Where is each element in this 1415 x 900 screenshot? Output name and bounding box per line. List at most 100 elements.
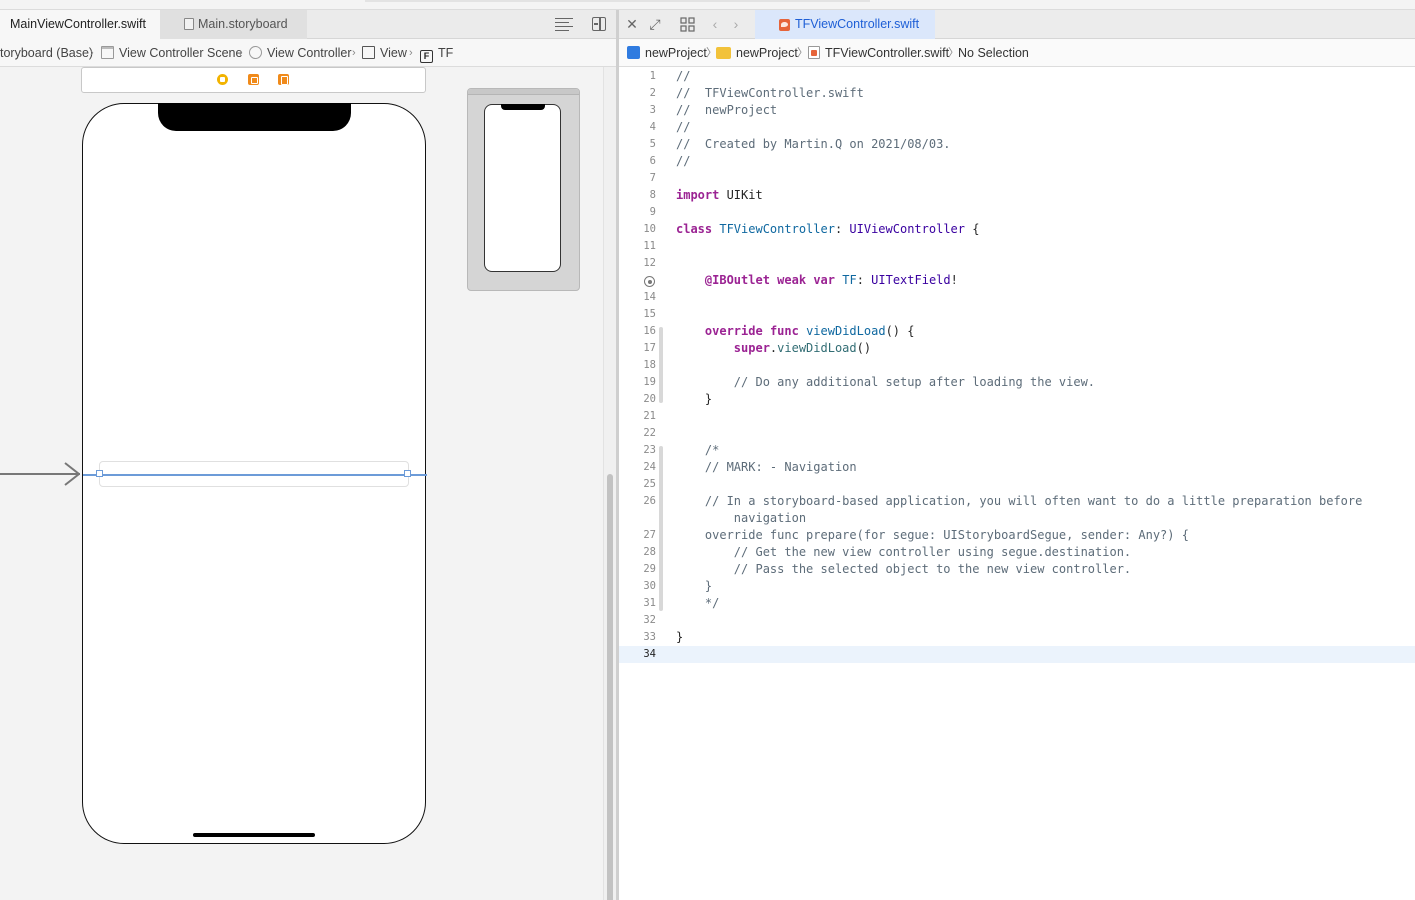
code-line[interactable]: 19 // Do any additional setup after load… xyxy=(619,374,1415,391)
code-line[interactable]: 11 xyxy=(619,238,1415,255)
code-line[interactable]: 10 class TFViewController: UIViewControll… xyxy=(619,221,1415,238)
iphone-canvas-frame[interactable] xyxy=(82,103,427,844)
code-line[interactable]: 5 // Created by Martin.Q on 2021/08/03. xyxy=(619,136,1415,153)
code-line[interactable]: 29 // Pass the selected object to the ne… xyxy=(619,561,1415,578)
code-line[interactable]: 21 xyxy=(619,408,1415,425)
line-number: 27 xyxy=(643,529,656,541)
code-line[interactable]: 2 // TFViewController.swift xyxy=(619,85,1415,102)
canvas-vertical-scrollbar[interactable] xyxy=(603,67,616,900)
storyboard-canvas[interactable] xyxy=(0,67,616,900)
code-text: // Do any additional setup after loading… xyxy=(676,374,1095,391)
code-line[interactable]: 27 override func prepare(for segue: UISt… xyxy=(619,527,1415,544)
code-line[interactable]: 9 xyxy=(619,204,1415,221)
code-token: UIKit xyxy=(719,188,763,202)
breadcrumb-no-selection[interactable]: No Selection xyxy=(958,39,1029,67)
code-line[interactable]: navigation xyxy=(619,510,1415,527)
tab-main-storyboard[interactable]: Main.storyboard xyxy=(160,10,307,39)
line-number: 11 xyxy=(643,240,656,252)
code-token: // Get the new view controller using seg… xyxy=(676,545,1132,559)
code-line[interactable]: 34 xyxy=(619,646,1415,663)
related-items-grid-icon[interactable] xyxy=(680,17,695,32)
code-line[interactable]: 6 // xyxy=(619,153,1415,170)
outlet-connection-icon[interactable] xyxy=(644,276,655,287)
breadcrumb-label: View xyxy=(380,46,407,60)
code-line[interactable]: 33} xyxy=(619,629,1415,646)
code-line[interactable]: 20 } xyxy=(619,391,1415,408)
code-token: viewDidLoad xyxy=(806,324,886,338)
line-number: 12 xyxy=(643,257,656,269)
code-token: ! xyxy=(950,273,958,287)
tab-main-view-controller[interactable]: MainViewController.swift xyxy=(0,10,160,39)
breadcrumb-file[interactable]: TFViewController.swift xyxy=(808,39,949,67)
code-text: // xyxy=(676,68,690,85)
code-token: TFViewController xyxy=(719,222,835,236)
editor-options-icon[interactable] xyxy=(555,17,573,31)
exit-dock-icon[interactable] xyxy=(278,74,289,85)
code-token: // Pass the selected object to the new v… xyxy=(676,562,1132,576)
code-line[interactable]: 8 import UIKit xyxy=(619,187,1415,204)
code-token: viewDidLoad xyxy=(777,341,857,355)
first-responder-dock-icon[interactable] xyxy=(248,74,259,85)
code-line[interactable]: 14 xyxy=(619,289,1415,306)
code-line[interactable]: 30 } xyxy=(619,578,1415,595)
line-number: 24 xyxy=(643,461,656,473)
navigate-forward-icon[interactable]: › xyxy=(727,15,745,33)
breadcrumb-view[interactable]: View xyxy=(362,39,407,67)
resize-handle-left[interactable] xyxy=(96,470,103,477)
code-token: { xyxy=(965,222,980,236)
code-line[interactable]: @IBOutlet weak var TF: UITextField! xyxy=(619,272,1415,289)
breadcrumb-group[interactable]: newProject xyxy=(716,39,798,67)
line-number: 34 xyxy=(643,648,656,660)
code-line[interactable]: 18 xyxy=(619,357,1415,374)
swift-file-icon xyxy=(808,46,820,59)
tab-tf-view-controller[interactable]: TFViewController.swift xyxy=(755,10,935,39)
navigate-back-icon[interactable]: ‹ xyxy=(706,15,724,33)
source-code-editor[interactable]: 1 // 2 // TFViewController.swift 3 // newProj… xyxy=(619,67,1415,900)
close-icon[interactable]: ✕ xyxy=(623,15,641,33)
code-line[interactable]: 24 // MARK: - Navigation xyxy=(619,459,1415,476)
code-text: // newProject xyxy=(676,102,777,119)
code-line[interactable]: 1 // xyxy=(619,68,1415,85)
code-text: override func viewDidLoad() { xyxy=(676,323,915,340)
code-line[interactable]: 26 // In a storyboard-based application,… xyxy=(619,493,1415,510)
right-jump-bar: newProject 〉 newProject 〉 TFViewControll… xyxy=(619,39,1415,67)
breadcrumb-storyboard-base[interactable]: toryboard (Base) xyxy=(0,39,93,67)
code-line[interactable]: 12 xyxy=(619,255,1415,272)
view-controller-dock-icon[interactable] xyxy=(217,74,228,85)
code-line[interactable]: 15 xyxy=(619,306,1415,323)
code-line[interactable]: 25 xyxy=(619,476,1415,493)
breadcrumb-view-controller-scene[interactable]: View Controller Scene xyxy=(101,39,242,67)
code-line[interactable]: 32 xyxy=(619,612,1415,629)
code-line[interactable]: 28 // Get the new view controller using … xyxy=(619,544,1415,561)
line-number: 17 xyxy=(643,342,656,354)
constraint-line xyxy=(83,474,427,476)
code-line[interactable]: 17 super.viewDidLoad() xyxy=(619,340,1415,357)
breadcrumb-view-controller[interactable]: View Controller xyxy=(249,39,352,67)
code-line[interactable]: 31 */ xyxy=(619,595,1415,612)
code-token: /* xyxy=(676,443,720,457)
window-top-strip xyxy=(0,0,1415,10)
line-number: 20 xyxy=(643,393,656,405)
code-token: } xyxy=(676,630,684,644)
code-token: TF xyxy=(842,273,857,287)
code-line[interactable]: 7 xyxy=(619,170,1415,187)
resize-handle-right[interactable] xyxy=(404,470,411,477)
expand-icon[interactable]: ⤢ xyxy=(646,15,664,33)
code-text: import UIKit xyxy=(676,187,763,204)
code-token: */ xyxy=(676,596,720,610)
canvas-minimap[interactable] xyxy=(467,88,580,291)
line-number: 18 xyxy=(643,359,656,371)
code-line[interactable]: 23 /* xyxy=(619,442,1415,459)
code-line[interactable]: 4 // xyxy=(619,119,1415,136)
code-token: class xyxy=(676,222,713,236)
left-jump-bar: toryboard (Base) › View Controller Scene… xyxy=(0,39,616,67)
code-line[interactable]: 22 xyxy=(619,425,1415,442)
code-line[interactable]: 3 // newProject xyxy=(619,102,1415,119)
add-editor-icon[interactable] xyxy=(592,17,606,31)
breadcrumb-project[interactable]: newProject xyxy=(627,39,707,67)
code-line[interactable]: 16 override func viewDidLoad() { xyxy=(619,323,1415,340)
breadcrumb-textfield[interactable]: F TF xyxy=(420,39,453,67)
breadcrumb-label: newProject xyxy=(645,46,707,60)
scrollbar-thumb[interactable] xyxy=(607,474,613,900)
